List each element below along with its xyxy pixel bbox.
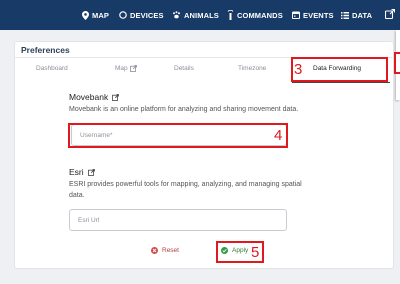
tab-map[interactable]: Map: [115, 65, 137, 72]
tab-label: Details: [174, 65, 194, 72]
movebank-title-text: Movebank: [69, 92, 109, 102]
nav-item-map[interactable]: MAP: [82, 0, 109, 30]
tab-details[interactable]: Details: [174, 65, 194, 72]
nav-item-commands[interactable]: COMMANDS: [227, 0, 283, 30]
active-tab-indicator: [292, 82, 390, 83]
paw-icon: [173, 11, 180, 19]
esri-description: ESRI provides powerful tools for mapping…: [69, 181, 302, 199]
nav-item-data[interactable]: DATA: [341, 0, 372, 30]
reset-label: Reset: [162, 247, 179, 254]
callout-box-input: [68, 123, 288, 148]
cancel-icon: [151, 247, 158, 254]
tab-label: Dashboard: [36, 65, 68, 72]
external-link-icon[interactable]: [112, 93, 120, 101]
callout-number: 3: [294, 61, 303, 78]
nav-item-label: EVENTS: [303, 10, 334, 20]
esri-url-input[interactable]: [69, 209, 287, 231]
movebank-title: Movebank: [69, 92, 120, 102]
tab-dashboard[interactable]: Dashboard: [36, 65, 68, 72]
page-title: Preferences: [21, 45, 70, 55]
antenna-icon: [227, 10, 234, 20]
top-nav-bar: MAP DEVICES ANIMALS COMMANDS EVENTS DATA: [0, 0, 400, 30]
nav-item-animals[interactable]: ANIMALS: [172, 0, 219, 30]
callout-number: 5: [251, 244, 260, 261]
tab-label: Map: [115, 65, 128, 72]
devices-icon: [119, 11, 127, 19]
nav-item-label: ANIMALS: [184, 10, 219, 20]
tab-label: Timezone: [238, 65, 267, 72]
callout-box-tab: [291, 57, 388, 82]
map-marker-icon: [82, 10, 89, 20]
external-link-icon: [129, 65, 137, 72]
esri-title-text: Esri: [69, 167, 84, 177]
callout-number: 4: [274, 127, 283, 144]
callout-box-edge: [394, 52, 400, 74]
calendar-icon: [292, 11, 300, 19]
nav-item-label: DATA: [352, 10, 373, 20]
tab-timezone[interactable]: Timezone: [238, 65, 266, 72]
reset-button[interactable]: Reset: [151, 247, 179, 254]
nav-item-label: COMMANDS: [237, 10, 283, 20]
external-link-icon[interactable]: [87, 168, 95, 176]
nav-item-label: DEVICES: [130, 10, 164, 20]
nav-item-devices[interactable]: DEVICES: [119, 0, 164, 30]
esri-title: Esri: [69, 167, 95, 177]
nav-item-events[interactable]: EVENTS: [292, 0, 334, 30]
export-icon[interactable]: [385, 9, 395, 19]
list-icon: [341, 11, 349, 19]
nav-item-label: MAP: [92, 10, 109, 20]
movebank-description: Movebank is an online platform for analy…: [69, 106, 299, 113]
